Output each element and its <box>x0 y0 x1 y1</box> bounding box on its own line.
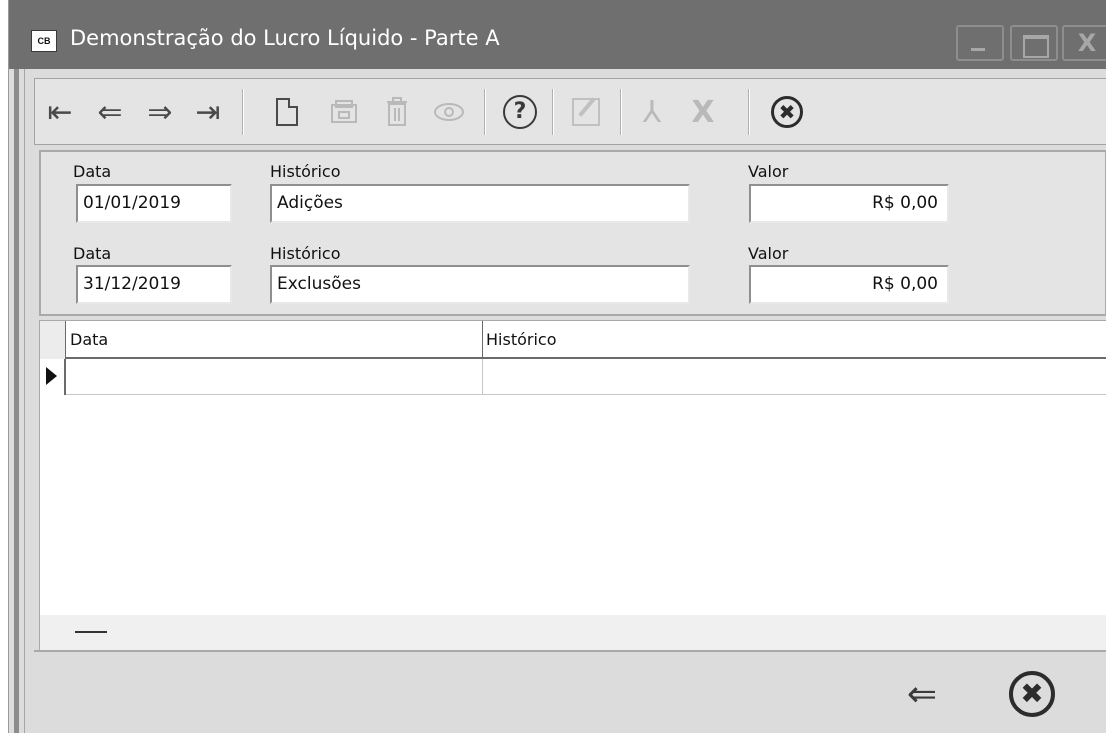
export-excel-button[interactable]: X <box>682 88 724 136</box>
historico-label: Histórico <box>270 162 341 181</box>
grid-indicator-header <box>40 321 66 359</box>
new-record-button[interactable] <box>266 88 308 136</box>
toolbar-separator <box>552 89 554 135</box>
close-window-button[interactable]: X <box>1062 25 1106 61</box>
cell-historico[interactable] <box>483 359 1106 395</box>
title-bar[interactable]: CB Demonstração do Lucro Líquido - Parte… <box>9 0 1106 69</box>
edit-icon <box>572 98 600 126</box>
data-label: Data <box>73 162 112 181</box>
footer-dash <box>75 631 107 633</box>
close-icon: X <box>1077 29 1097 57</box>
toolbar: ⇤ ⇐ ⇒ ⇥ ? ⅄ X ✖ <box>34 78 1106 145</box>
column-header-historico[interactable]: Histórico <box>483 321 1106 359</box>
cancel-toolbar-button[interactable]: ✖ <box>766 88 808 136</box>
pdf-icon: ⅄ <box>642 94 662 130</box>
table-row[interactable] <box>40 359 1106 395</box>
minimize-button[interactable] <box>956 25 1004 61</box>
first-record-button[interactable]: ⇤ <box>39 88 81 136</box>
grid-header: Data Histórico <box>40 321 1106 359</box>
grid-footer <box>40 615 1106 651</box>
bottom-action-bar: ⇐ ✖ <box>34 650 1106 733</box>
next-record-button[interactable]: ⇒ <box>139 88 181 136</box>
last-record-button[interactable]: ⇥ <box>187 88 229 136</box>
cancel-icon: ✖ <box>771 96 803 128</box>
window-title: Demonstração do Lucro Líquido - Parte A <box>70 26 500 50</box>
records-grid[interactable]: Data Histórico <box>39 320 1106 651</box>
app-icon: CB <box>31 30 57 52</box>
cell-data[interactable] <box>68 359 483 395</box>
toolbar-separator <box>748 89 750 135</box>
export-pdf-button[interactable]: ⅄ <box>631 88 673 136</box>
previous-record-icon: ⇐ <box>97 94 123 130</box>
help-icon: ? <box>503 95 537 129</box>
next-record-icon: ⇒ <box>147 94 173 130</box>
historico-field-exclusoes[interactable]: Exclusões <box>270 265 690 304</box>
filter-form: Data 01/01/2019 Histórico Adições Valor … <box>39 150 1106 316</box>
end-date-field[interactable]: 31/12/2019 <box>76 265 232 304</box>
view-record-button[interactable] <box>428 88 470 136</box>
maximize-button[interactable] <box>1010 25 1058 61</box>
excel-icon: X <box>691 94 715 130</box>
valor-exclusoes-field[interactable]: R$ 0,00 <box>749 265 949 304</box>
historico-field-adicoes[interactable]: Adições <box>270 184 690 223</box>
last-record-icon: ⇥ <box>195 94 221 130</box>
exit-icon: ✖ <box>1009 671 1055 717</box>
column-header-data[interactable]: Data <box>67 321 483 359</box>
eye-icon <box>434 103 464 121</box>
delete-record-button[interactable] <box>376 88 418 136</box>
historico-label: Histórico <box>270 244 341 263</box>
previous-record-button[interactable]: ⇐ <box>89 88 131 136</box>
start-date-field[interactable]: 01/01/2019 <box>76 184 232 223</box>
new-document-icon <box>276 98 298 126</box>
data-label: Data <box>73 244 112 263</box>
app-window: CB Demonstração do Lucro Líquido - Parte… <box>8 0 1106 733</box>
help-button[interactable]: ? <box>499 88 541 136</box>
valor-label: Valor <box>748 162 789 181</box>
toolbar-separator <box>242 89 244 135</box>
first-record-icon: ⇤ <box>47 94 73 130</box>
back-button[interactable]: ⇐ <box>894 666 950 722</box>
save-icon <box>331 100 357 123</box>
trash-icon <box>387 97 407 126</box>
valor-label: Valor <box>748 244 789 263</box>
exit-button[interactable]: ✖ <box>1004 666 1060 722</box>
current-row-indicator-icon <box>40 359 66 395</box>
toolbar-separator <box>484 89 486 135</box>
minimize-icon <box>958 27 1002 59</box>
valor-adicoes-field[interactable]: R$ 0,00 <box>749 184 949 223</box>
edit-record-button[interactable] <box>565 88 607 136</box>
window-left-frame-line <box>14 69 19 733</box>
toolbar-separator <box>620 89 622 135</box>
maximize-icon <box>1012 27 1056 59</box>
save-record-button[interactable] <box>323 88 365 136</box>
back-arrow-icon: ⇐ <box>906 673 938 715</box>
